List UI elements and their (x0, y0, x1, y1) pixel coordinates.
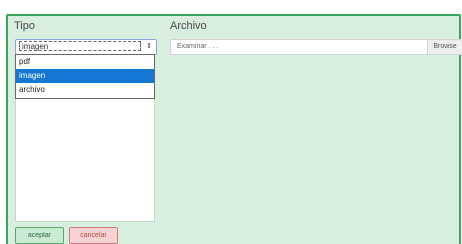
tipo-dropdown-list: pdf imagen archivo (15, 54, 155, 99)
option-imagen[interactable]: imagen (16, 69, 154, 83)
archivo-label: Archivo (170, 20, 207, 32)
form-panel: Tipo Archivo imagen ⇕ pdf imagen archivo… (6, 14, 462, 244)
tipo-label: Tipo (14, 20, 35, 32)
accept-button[interactable]: aceptar (15, 227, 64, 244)
tipo-select-value: imagen (19, 41, 141, 51)
tipo-select[interactable]: imagen ⇕ (15, 39, 157, 55)
updown-caret-icon: ⇕ (146, 43, 152, 50)
option-archivo[interactable]: archivo (16, 83, 154, 97)
option-pdf[interactable]: pdf (16, 55, 154, 69)
file-input[interactable]: Examinar . . . Browse (170, 39, 462, 55)
browse-button[interactable]: Browse (427, 40, 462, 54)
cancel-button[interactable]: cancelar (69, 227, 118, 244)
tipo-list-area (15, 99, 155, 222)
file-placeholder: Examinar . . . (177, 43, 219, 50)
